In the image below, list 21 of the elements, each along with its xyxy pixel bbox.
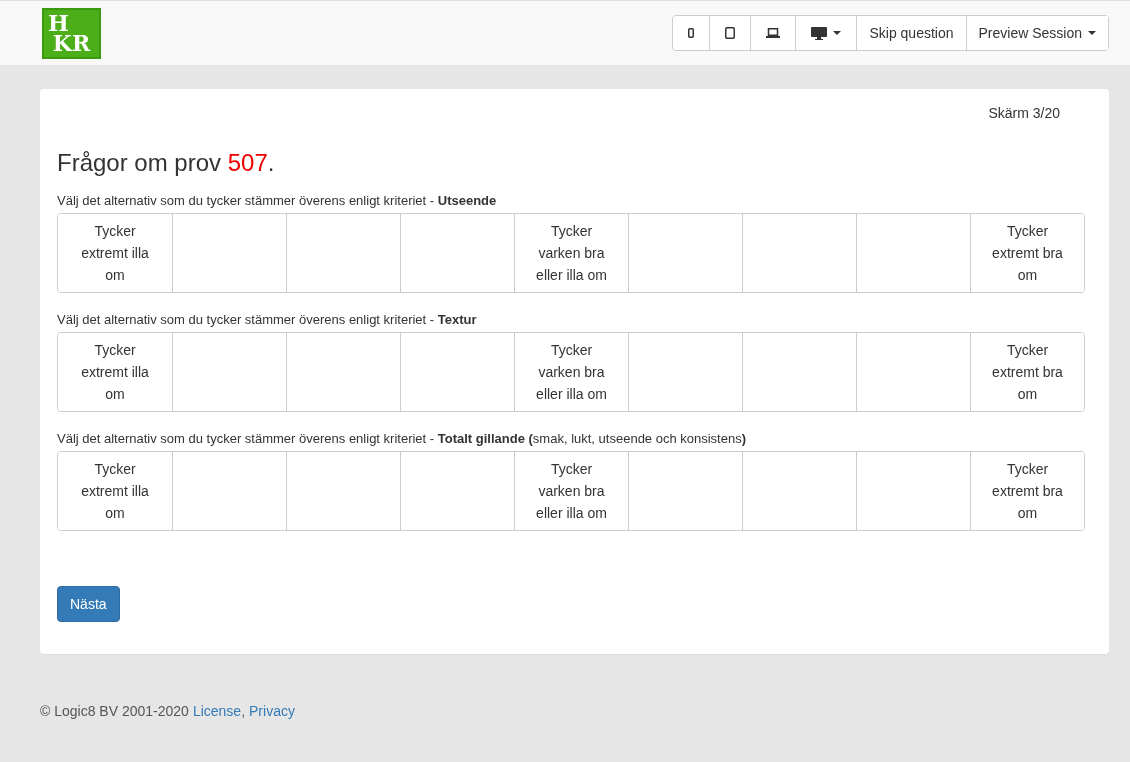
question-prompt: Välj det alternativ som du tycker stämmer överens enligt kriteriet - Totalt gillande (smak, lukt, utseende och konsistens) — [57, 431, 748, 446]
laptop-icon — [766, 28, 781, 38]
question-prompt: Välj det alternativ som du tycker stämmer överens enligt kriteriet - Textur — [57, 312, 478, 327]
separator-text: , — [241, 703, 246, 719]
rating-option[interactable]: Tycker extremt bra om — [970, 333, 1084, 411]
tablet-icon — [725, 27, 736, 39]
rating-option[interactable]: Tycker extremt bra om — [970, 214, 1084, 292]
footer-link[interactable]: Privacy — [249, 703, 295, 719]
next-button[interactable]: Nästa — [57, 586, 120, 622]
question-prompt: Välj det alternativ som du tycker stämmer överens enligt kriteriet - Utseende — [57, 193, 498, 208]
copyright-text: © Logic8 BV 2001-2020 — [40, 703, 189, 719]
page-heading: Frågor om prov 507. — [57, 149, 276, 177]
caret-icon — [1088, 31, 1096, 35]
toolbar-button[interactable]: Preview Session — [965, 16, 1108, 50]
screen-counter: Skärm 3/20 — [988, 105, 1060, 121]
rating-option[interactable]: Tycker extremt bra om — [970, 452, 1084, 530]
caret-icon — [833, 31, 842, 35]
phone-icon — [688, 28, 695, 38]
logo: H KR — [42, 7, 101, 59]
footer-link[interactable]: License — [192, 703, 242, 719]
monitor-icon — [811, 26, 828, 40]
